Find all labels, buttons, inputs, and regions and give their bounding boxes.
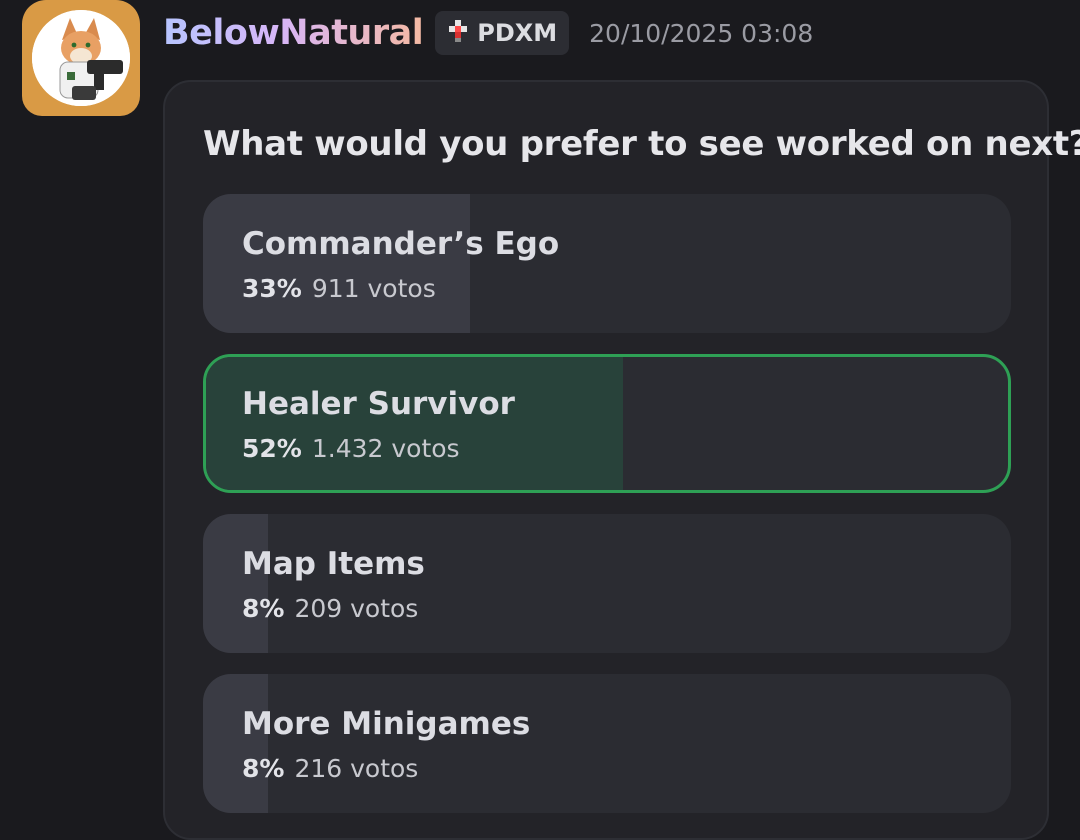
clan-tag-label: PDXM (477, 19, 558, 47)
poll-option-stats: 52% 1.432 votos (242, 434, 460, 463)
poll-message: BelowNatural PDXM 20/10/2025 03:08 What … (0, 0, 1080, 840)
poll-option-bar (206, 357, 624, 490)
poll-option-stats: 8% 216 votos (242, 754, 418, 783)
poll-option-label: Map Items (242, 546, 425, 582)
poll-option-bar (203, 674, 268, 813)
poll-question: What would you prefer to see worked on n… (203, 124, 1080, 164)
fox-avatar-icon (32, 10, 130, 106)
poll-option-label: Healer Survivor (242, 386, 515, 422)
poll-option-percent: 33% (242, 274, 302, 303)
poll-option-map-items[interactable]: Map Items 8% 209 votos (203, 514, 1011, 653)
pixel-clan-icon (445, 18, 471, 48)
poll-option-more-minigames[interactable]: More Minigames 8% 216 votos (203, 674, 1011, 813)
poll-option-percent: 8% (242, 594, 285, 623)
poll-option-votes: 1.432 votos (311, 434, 460, 463)
clan-tag[interactable]: PDXM (435, 11, 570, 55)
poll-option-votes: 216 votos (294, 754, 419, 783)
avatar[interactable] (22, 0, 140, 116)
poll-option-bar (203, 514, 268, 653)
poll-option-stats: 8% 209 votos (242, 594, 418, 623)
poll-option-percent: 52% (242, 434, 302, 463)
poll-option-commanders-ego[interactable]: Commander’s Ego 33% 911 votos (203, 194, 1011, 333)
poll-option-votes: 911 votos (311, 274, 436, 303)
poll-option-bar (203, 194, 470, 333)
poll-option-stats: 33% 911 votos (242, 274, 436, 303)
username[interactable]: BelowNatural (163, 13, 424, 53)
poll-option-percent: 8% (242, 754, 285, 783)
poll-option-label: More Minigames (242, 706, 531, 742)
timestamp: 20/10/2025 03:08 (589, 18, 814, 48)
message-header: BelowNatural PDXM 20/10/2025 03:08 (163, 10, 813, 56)
poll-option-votes: 209 votos (294, 594, 419, 623)
poll-option-healer-survivor[interactable]: Healer Survivor 52% 1.432 votos (203, 354, 1011, 493)
poll-option-label: Commander’s Ego (242, 226, 560, 262)
